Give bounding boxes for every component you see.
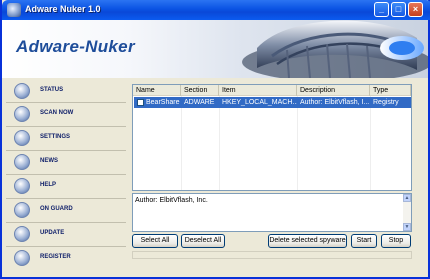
scroll-up-icon[interactable]: ▲ — [403, 194, 411, 202]
sidebar-item-label: HELP — [40, 182, 57, 188]
details-scrollbar[interactable]: ▲ ▼ — [403, 194, 411, 231]
maximize-button[interactable]: □ — [391, 2, 406, 17]
sidebar-item-register[interactable]: REGISTER — [6, 248, 126, 271]
sidebar-item-settings[interactable]: SETTINGS — [6, 128, 126, 151]
details-box[interactable]: Author: ElbitVflash, Inc. ▲ ▼ — [132, 193, 412, 232]
column-header-type[interactable]: Type — [370, 85, 411, 96]
brand-logo: Adware-Nuker — [16, 37, 135, 56]
status-icon — [14, 83, 30, 99]
column-header-name[interactable]: Name — [133, 85, 181, 96]
divider — [6, 102, 126, 103]
sidebar-item-help[interactable]: HELP — [6, 176, 126, 199]
title-bar[interactable]: Adware Nuker 1.0 _ □ × — [2, 0, 430, 20]
sidebar-item-on-guard[interactable]: ON GUARD — [6, 200, 126, 223]
sidebar-item-news[interactable]: NEWS — [6, 152, 126, 175]
guard-icon — [14, 202, 30, 218]
column-header-description[interactable]: Description — [297, 85, 370, 96]
sidebar-item-status[interactable]: STATUS — [6, 81, 126, 104]
column-gridline — [181, 96, 182, 190]
divider — [6, 150, 126, 151]
divider — [6, 222, 126, 223]
divider — [6, 198, 126, 199]
table-row[interactable]: BearShare ADWARE HKEY_LOCAL_MACH... Auth… — [134, 97, 411, 108]
register-icon — [14, 250, 30, 266]
column-gridline — [370, 96, 371, 190]
results-table[interactable]: Name Section Item Description Type BearS… — [132, 84, 412, 191]
sidebar-item-label: SCAN NOW — [40, 110, 74, 116]
sidebar: STATUS SCAN NOW SETTINGS NEWS HELP ON GU… — [2, 78, 128, 277]
sidebar-item-label: UPDATE — [40, 230, 65, 236]
deselect-all-button[interactable]: Deselect All — [181, 234, 225, 248]
divider — [6, 174, 126, 175]
news-icon — [14, 154, 30, 170]
column-header-item[interactable]: Item — [219, 85, 297, 96]
app-icon — [7, 3, 21, 17]
banner-graphic — [242, 20, 428, 78]
column-gridline — [297, 96, 298, 190]
sidebar-item-label: SETTINGS — [40, 134, 71, 140]
cell-item: HKEY_LOCAL_MACH... — [222, 99, 297, 106]
details-text: Author: ElbitVflash, Inc. — [135, 197, 208, 204]
settings-icon — [14, 130, 30, 146]
cell-description: Author: ElbitVflash, I... — [300, 99, 370, 106]
close-button[interactable]: × — [408, 2, 423, 17]
main-panel: Name Section Item Description Type BearS… — [132, 84, 414, 274]
sidebar-item-update[interactable]: UPDATE — [6, 224, 126, 247]
scan-icon — [14, 106, 30, 122]
cell-name: BearShare — [146, 99, 180, 106]
window-title: Adware Nuker 1.0 — [25, 4, 101, 14]
scroll-down-icon[interactable]: ▼ — [403, 223, 411, 231]
sidebar-item-label: ON GUARD — [40, 206, 73, 212]
divider — [6, 126, 126, 127]
sidebar-item-scan-now[interactable]: SCAN NOW — [6, 104, 126, 127]
start-button[interactable]: Start — [351, 234, 377, 248]
help-icon — [14, 178, 30, 194]
update-icon — [14, 226, 30, 242]
sidebar-item-label: REGISTER — [40, 254, 71, 260]
status-bar — [132, 251, 412, 259]
cell-section: ADWARE — [184, 99, 215, 106]
app-window: Adware Nuker 1.0 _ □ × Adware-Nuker STAT… — [0, 0, 430, 279]
sidebar-item-label: STATUS — [40, 87, 64, 93]
column-header-section[interactable]: Section — [181, 85, 219, 96]
sidebar-item-label: NEWS — [40, 158, 58, 164]
stop-button[interactable]: Stop — [381, 234, 411, 248]
delete-selected-button[interactable]: Delete selected spyware — [268, 234, 347, 248]
select-all-button[interactable]: Select All — [132, 234, 178, 248]
divider — [6, 246, 126, 247]
header-banner: Adware-Nuker — [2, 20, 428, 78]
table-header: Name Section Item Description Type — [133, 85, 411, 96]
minimize-button[interactable]: _ — [374, 2, 389, 17]
cell-type: Registry — [373, 99, 399, 106]
column-gridline — [219, 96, 220, 190]
